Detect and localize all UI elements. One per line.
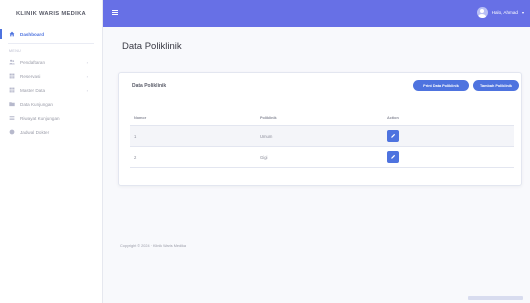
avatar	[476, 7, 488, 18]
home-icon	[9, 31, 15, 37]
sidebar-item-label: Jadwal Dokter	[20, 129, 50, 135]
list-icon	[9, 115, 15, 121]
user-menu[interactable]: Halo, Ahmad ▾	[476, 7, 524, 18]
table-row: 2 Gigi	[130, 147, 514, 168]
edit-button[interactable]	[387, 130, 399, 142]
sidebar-item-reservasi[interactable]: Reservasi ›	[0, 69, 102, 83]
poliklinik-table: Nomor Poliklinik Action 1 Umum 2 Gigi	[130, 110, 514, 168]
sidebar-item-jadwal-dokter[interactable]: Jadwal Dokter	[0, 125, 102, 139]
cell-nomor: 1	[134, 133, 137, 139]
sidebar-item-dashboard[interactable]: Dashboard	[0, 27, 102, 41]
sidebar-item-label: Dashboard	[20, 31, 44, 37]
cell-nomor: 2	[134, 154, 137, 160]
users-icon	[9, 59, 15, 65]
scroll-to-top-button[interactable]	[468, 296, 523, 300]
user-name: Halo, Ahmad	[491, 10, 518, 15]
cell-action	[383, 151, 514, 163]
column-header-nomor[interactable]: Nomor	[130, 116, 256, 120]
sidebar-heading: MENU	[9, 48, 22, 53]
sidebar-item-data-kunjungan[interactable]: Data Kunjungan	[0, 97, 102, 111]
sidebar-item-pendaftaran[interactable]: Pendaftaran ›	[0, 55, 102, 69]
sidebar-item-label: Master Data	[20, 87, 46, 93]
card-title: Data Poliklinik	[132, 83, 167, 89]
column-header-poliklinik[interactable]: Poliklinik	[256, 116, 383, 120]
edit-button[interactable]	[387, 151, 399, 163]
table-icon	[9, 73, 15, 79]
circle-icon	[9, 129, 15, 135]
sidebar-divider	[8, 43, 94, 44]
chevron-right-icon: ›	[86, 59, 88, 65]
sidebar-item-label: Pendaftaran	[20, 59, 46, 65]
pencil-icon	[391, 154, 396, 159]
footer-copyright: Copyright © 2024 · Klinik Waris Medika	[120, 244, 186, 248]
sidebar-item-label: Riwayat Kunjungan	[20, 115, 60, 121]
chevron-right-icon: ›	[86, 87, 88, 93]
table-icon	[9, 87, 15, 93]
sidebar: KLINIK WARIS MEDIKA Dashboard MENU Penda…	[0, 0, 103, 303]
add-poliklinik-button[interactable]: Tambah Poliklinik	[473, 80, 519, 91]
brand-logo[interactable]: KLINIK WARIS MEDIKA	[0, 0, 102, 27]
column-header-action: Action	[387, 115, 399, 120]
sidebar-item-label: Reservasi	[20, 73, 41, 79]
topbar: Halo, Ahmad ▾	[103, 0, 530, 27]
cell-poliklinik: Umum	[260, 133, 273, 139]
sidebar-item-master-data[interactable]: Master Data ›	[0, 83, 102, 97]
page-title: Data Poliklinik	[122, 41, 182, 52]
table-header: Nomor Poliklinik Action	[130, 110, 514, 126]
pencil-icon	[391, 133, 396, 138]
print-poliklinik-button[interactable]: Print Data Poliklinik	[413, 80, 469, 91]
chevron-right-icon: ›	[86, 73, 88, 79]
caret-down-icon: ▾	[521, 10, 524, 15]
sidebar-item-riwayat-kunjungan[interactable]: Riwayat Kunjungan	[0, 111, 102, 125]
sidebar-item-label: Data Kunjungan	[20, 101, 53, 107]
cell-poliklinik: Gigi	[260, 154, 268, 160]
poliklinik-card: Data Poliklinik Print Data Poliklinik Ta…	[118, 72, 522, 186]
table-row: 1 Umum	[130, 126, 514, 147]
folder-icon	[9, 101, 15, 107]
cell-action	[383, 130, 514, 142]
menu-toggle-icon[interactable]	[112, 10, 118, 15]
